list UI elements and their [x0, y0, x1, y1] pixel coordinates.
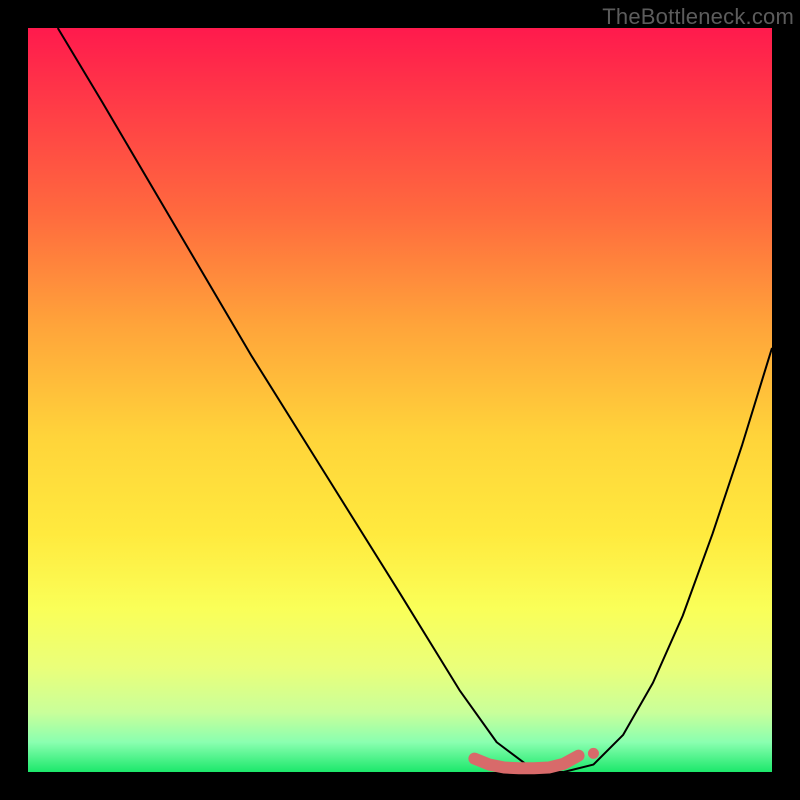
series-right-curve — [564, 348, 772, 772]
watermark-text: TheBottleneck.com — [602, 4, 794, 30]
series-left-curve — [58, 28, 564, 772]
chart-frame: TheBottleneck.com — [0, 0, 800, 800]
curve-layer — [28, 28, 772, 772]
plot-area — [28, 28, 772, 772]
series-floor-dot — [588, 748, 599, 759]
series-floor-segment — [474, 756, 578, 769]
